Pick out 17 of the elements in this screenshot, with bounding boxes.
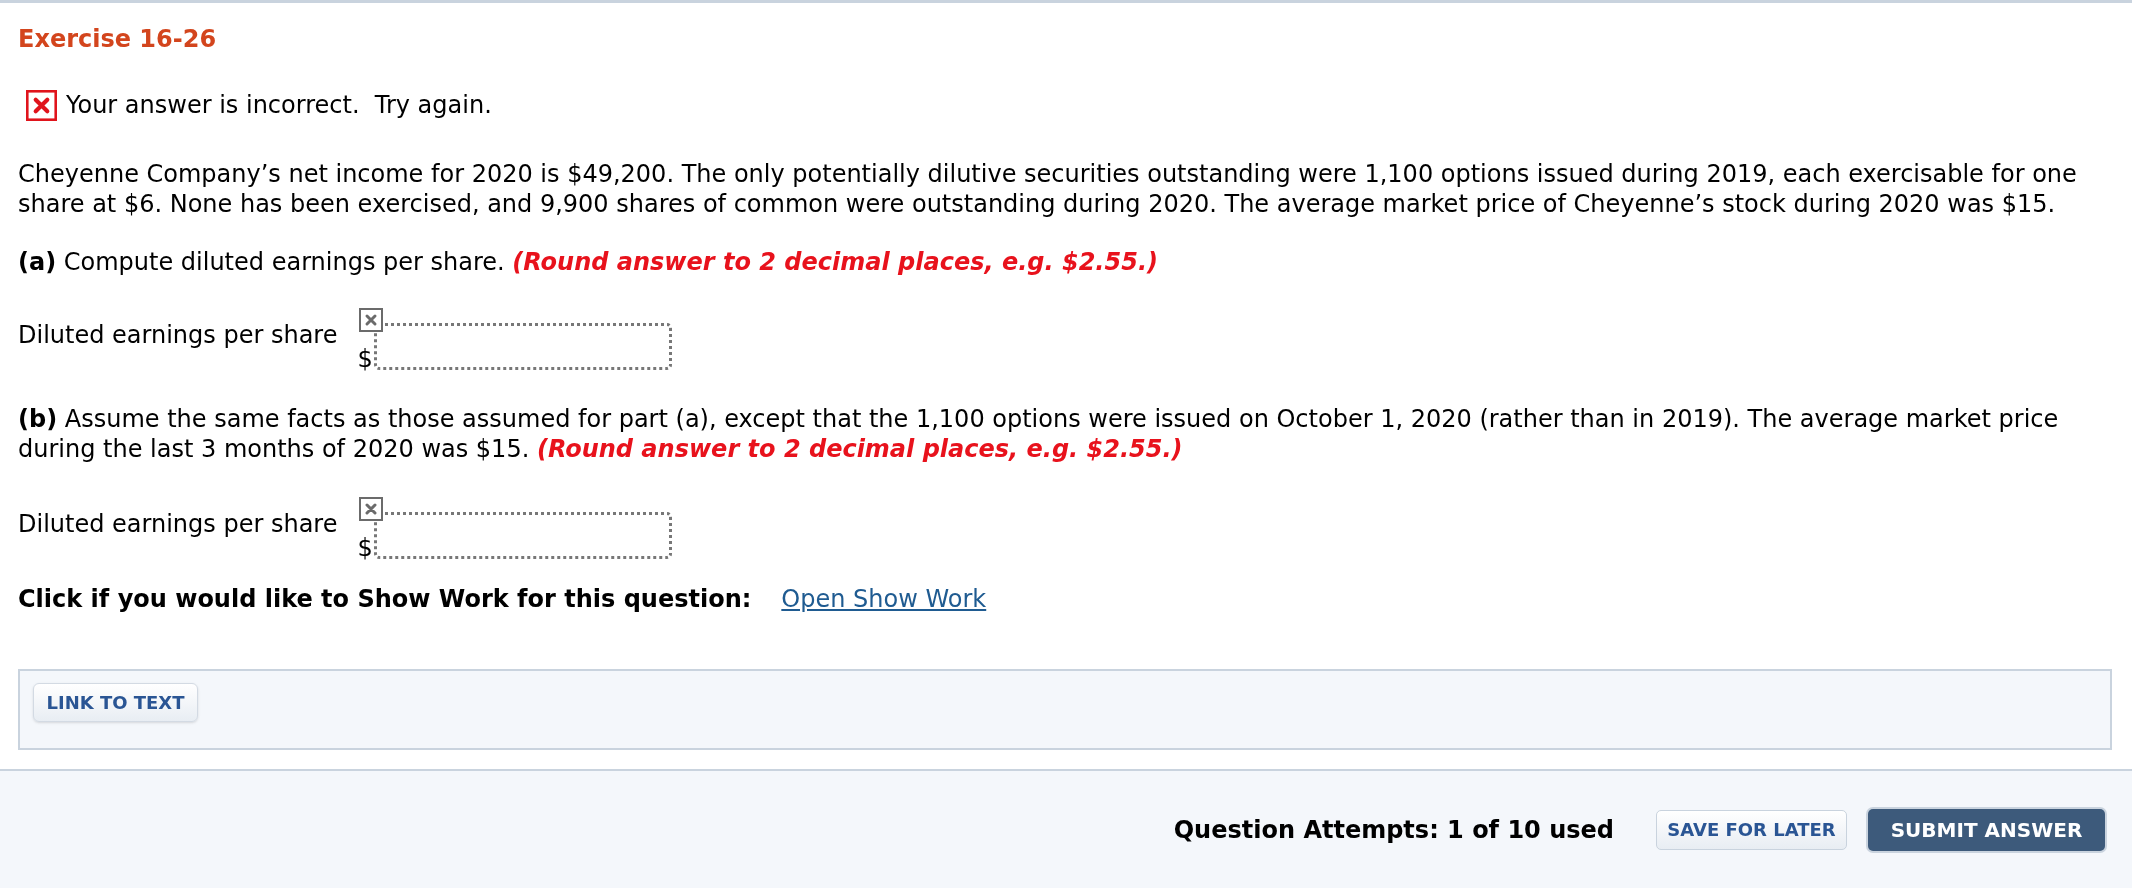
attempts-counter: Question Attempts: 1 of 10 used [1173, 814, 1614, 846]
problem-text: Cheyenne Company’s net income for 2020 is $49,200. The only potentially dilutive securities outstanding were 1,100 options issued during 2019, each exercisable for one share at $6. None has been exercised, and 9,900 shares of common were outstanding during 2020. The average market price of Cheyenne’s stock during 2020 was $15. [18, 159, 2078, 219]
exercise-title: Exercise 16-26 [18, 25, 217, 53]
question-text: (a) Compute diluted earnings per share. (Round answer to 2 decimal places, e.g. $2.55.) [18, 247, 1159, 277]
currency-symbol: $ [357, 346, 373, 372]
answer-field[interactable] [374, 323, 673, 370]
field-label: Diluted earnings per share [18, 509, 338, 539]
field-label: Diluted earnings per share [18, 320, 338, 350]
submit-answer-button[interactable]: SUBMIT ANSWER [1868, 808, 2105, 851]
link-to-text-button[interactable]: LINK TO TEXT [33, 683, 198, 722]
show-work-prompt: Click if you would like to Show Work for this question: [18, 584, 752, 614]
answer-field[interactable] [374, 512, 673, 559]
currency-symbol: $ [357, 535, 373, 561]
question-text: (b) Assume the same facts as those assumed for part (a), except that the 1,100 options were issued on October 1, 2020 (rather than in 2019). The average market price during the last 3 months of 2020 was $15. (Round answer to 2 decimal places, e.g. $2.55.) [18, 404, 2060, 464]
save-for-later-button[interactable]: SAVE FOR LATER [1656, 809, 1847, 850]
show-work-link[interactable]: Open Show Work [781, 584, 987, 614]
feedback-message: Your answer is incorrect. Try again. [66, 90, 492, 120]
